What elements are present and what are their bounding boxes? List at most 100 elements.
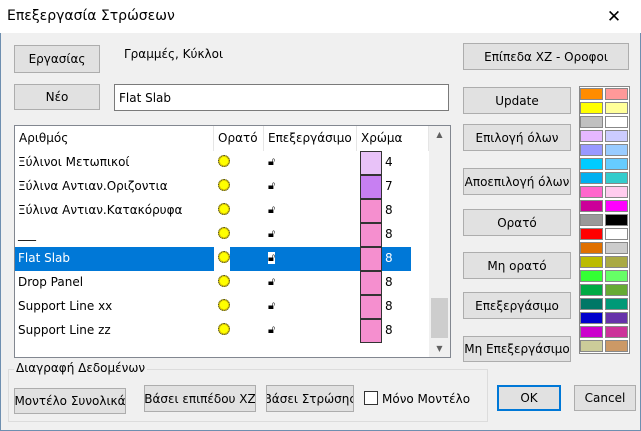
palette-color-cell[interactable]	[580, 284, 603, 296]
column-header-color[interactable]: Χρώμα	[357, 126, 429, 151]
palette-color-cell[interactable]	[580, 102, 603, 114]
layer-row[interactable]: Ξύλινα Αντιαν.Οριζοντια 🔓︎ 7	[15, 175, 411, 199]
layers-list[interactable]: Αριθμός Ορατό Επεξεργάσιμο Χρώμα Ξύλινοι…	[14, 125, 451, 358]
layer-row[interactable]: ___ 🔓︎ 8	[15, 223, 411, 247]
layer-color-number: 8	[385, 299, 393, 313]
unlock-icon[interactable]: 🔓︎	[268, 156, 275, 168]
palette-color-cell[interactable]	[580, 88, 603, 100]
layer-row[interactable]: Flat Slab 🔓︎ 8	[15, 247, 411, 271]
palette-color-cell[interactable]	[580, 340, 603, 352]
palette-color-cell[interactable]	[580, 214, 603, 226]
visible-sun-icon[interactable]	[218, 203, 230, 215]
palette-color-cell[interactable]	[605, 298, 628, 310]
palette-color-cell[interactable]	[580, 270, 603, 282]
layer-row[interactable]: Support Line zz 🔓︎ 8	[15, 319, 411, 343]
palette-color-cell[interactable]	[580, 130, 603, 142]
palette-color-cell[interactable]	[580, 144, 603, 156]
palette-color-cell[interactable]	[605, 312, 628, 324]
unlock-icon[interactable]: 🔓︎	[268, 276, 275, 288]
layer-color-swatch[interactable]	[360, 247, 382, 271]
column-header-number[interactable]: Αριθμός	[15, 126, 214, 151]
column-header-editable[interactable]: Επεξεργάσιμο	[264, 126, 357, 151]
visible-sun-icon[interactable]	[218, 251, 230, 263]
ok-button[interactable]: OK	[497, 385, 561, 411]
column-header-visible[interactable]: Ορατό	[214, 126, 264, 151]
layer-color-swatch[interactable]	[360, 295, 382, 319]
cancel-button[interactable]: Cancel	[574, 385, 636, 411]
update-button[interactable]: Update	[463, 87, 571, 114]
tasks-button[interactable]: Εργασίας	[14, 45, 100, 73]
palette-color-cell[interactable]	[580, 228, 603, 240]
close-icon[interactable]: ✕	[599, 4, 629, 30]
select-all-button[interactable]: Επιλογή όλων	[463, 124, 571, 151]
layer-row[interactable]: Ξύλινοι Μετωπικοί 🔓︎ 4	[15, 151, 411, 175]
layer-name-input[interactable]: Flat Slab	[114, 84, 449, 111]
visible-sun-icon[interactable]	[218, 155, 230, 167]
deselect-all-button[interactable]: Αποεπιλογή όλων	[463, 168, 571, 195]
visible-sun-icon[interactable]	[218, 323, 230, 335]
layer-row[interactable]: Support Line xx 🔓︎ 8	[15, 295, 411, 319]
delete-by-level-button[interactable]: Βάσει επιπέδου XZ	[144, 385, 256, 412]
layer-color-swatch[interactable]	[360, 223, 382, 247]
scroll-up-icon[interactable]: ▲	[429, 126, 450, 143]
layer-color-swatch[interactable]	[360, 199, 382, 223]
visible-sun-icon[interactable]	[218, 179, 230, 191]
palette-color-cell[interactable]	[580, 116, 603, 128]
palette-color-cell[interactable]	[580, 326, 603, 338]
palette-color-cell[interactable]	[605, 326, 628, 338]
palette-color-cell[interactable]	[580, 158, 603, 170]
layer-color-swatch[interactable]	[360, 271, 382, 295]
vertical-scrollbar[interactable]: ▲ ▼	[429, 126, 450, 357]
unlock-icon[interactable]: 🔓︎	[268, 300, 275, 312]
palette-color-cell[interactable]	[605, 102, 628, 114]
visible-sun-icon[interactable]	[218, 275, 230, 287]
palette-color-cell[interactable]	[605, 284, 628, 296]
unlock-icon[interactable]: 🔓︎	[268, 228, 275, 240]
delete-by-layer-button[interactable]: Βάσει Στρώσης	[266, 385, 354, 412]
layer-row[interactable]: Ξύλινα Αντιαν.Κατακόρυφα 🔓︎ 8	[15, 199, 411, 223]
delete-model-total-button[interactable]: Μοντέλο Συνολικά	[14, 388, 126, 414]
palette-color-cell[interactable]	[580, 312, 603, 324]
levels-xz-floors-button[interactable]: Επίπεδα XZ - Οροφοι	[463, 43, 629, 70]
palette-color-cell[interactable]	[605, 340, 628, 352]
visible-sun-icon[interactable]	[218, 227, 230, 239]
layer-color-number: 4	[385, 155, 393, 169]
palette-color-cell[interactable]	[605, 242, 628, 254]
layer-color-swatch[interactable]	[360, 151, 382, 175]
non-editable-button[interactable]: Μη Επεξεργάσιμο	[463, 336, 571, 362]
palette-color-cell[interactable]	[580, 172, 603, 184]
layer-row[interactable]: Drop Panel 🔓︎ 8	[15, 271, 411, 295]
palette-color-cell[interactable]	[580, 256, 603, 268]
palette-color-cell[interactable]	[605, 88, 628, 100]
palette-color-cell[interactable]	[605, 256, 628, 268]
palette-color-cell[interactable]	[580, 186, 603, 198]
scroll-down-icon[interactable]: ▼	[429, 340, 450, 357]
new-button[interactable]: Νέο	[14, 84, 100, 110]
invisible-button[interactable]: Μη ορατό	[463, 252, 571, 279]
palette-color-cell[interactable]	[605, 270, 628, 282]
palette-color-cell[interactable]	[605, 130, 628, 142]
layer-name: Ξύλινα Αντιαν.Κατακόρυφα	[18, 203, 183, 217]
palette-color-cell[interactable]	[580, 242, 603, 254]
palette-color-cell[interactable]	[605, 228, 628, 240]
scrollbar-thumb[interactable]	[431, 298, 448, 338]
visible-button[interactable]: Ορατό	[463, 209, 571, 236]
only-model-checkbox[interactable]	[364, 391, 378, 405]
palette-color-cell[interactable]	[605, 116, 628, 128]
unlock-icon[interactable]: 🔓︎	[268, 204, 275, 216]
palette-color-cell[interactable]	[605, 158, 628, 170]
palette-color-cell[interactable]	[605, 214, 628, 226]
palette-color-cell[interactable]	[605, 200, 628, 212]
palette-color-cell[interactable]	[580, 200, 603, 212]
layer-color-swatch[interactable]	[360, 175, 382, 199]
palette-color-cell[interactable]	[580, 298, 603, 310]
unlock-icon[interactable]: 🔓︎	[268, 324, 275, 336]
layer-color-swatch[interactable]	[360, 319, 382, 343]
unlock-icon[interactable]: 🔓︎	[268, 180, 275, 192]
palette-color-cell[interactable]	[605, 186, 628, 198]
editable-button[interactable]: Επεξεργάσιμο	[463, 292, 571, 319]
visible-sun-icon[interactable]	[218, 299, 230, 311]
palette-color-cell[interactable]	[605, 144, 628, 156]
unlock-icon[interactable]: 🔓︎	[268, 252, 276, 264]
palette-color-cell[interactable]	[605, 172, 628, 184]
